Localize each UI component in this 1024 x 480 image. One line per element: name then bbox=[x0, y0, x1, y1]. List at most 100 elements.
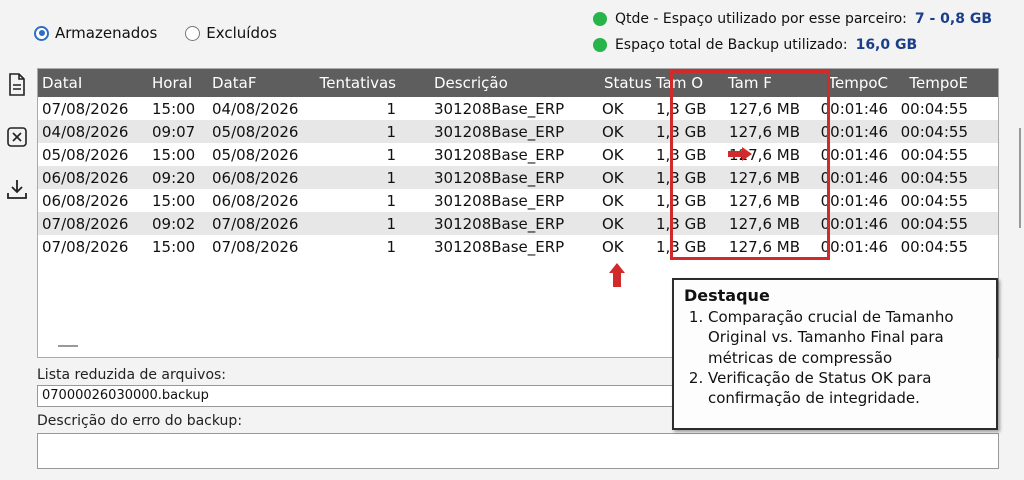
table-cell: 00:01:46 bbox=[820, 191, 888, 210]
table-row[interactable]: 04/08/2026 09:07 05/08/2026 1 301208Base_ERP… bbox=[38, 120, 998, 143]
table-row[interactable]: 07/08/2026 09:02 07/08/2026 1 301208Base_ERP… bbox=[38, 212, 998, 235]
table-cell: 1,3 GB bbox=[656, 99, 707, 118]
column-header[interactable]: DataF bbox=[208, 69, 312, 97]
table-cell: 1,3 GB bbox=[656, 145, 707, 164]
table-cell: 07/08/2026 bbox=[212, 214, 299, 233]
table-cell: 1 bbox=[386, 191, 396, 210]
document-icon[interactable] bbox=[4, 72, 30, 98]
stat-total-usage: Espaço total de Backup utilizado: 16,0 G… bbox=[592, 34, 992, 56]
table-cell: 07/08/2026 bbox=[42, 99, 129, 118]
table-cell: 07/08/2026 bbox=[42, 237, 129, 256]
table-row[interactable]: 06/08/2026 09:20 06/08/2026 1 301208Base_ERP… bbox=[38, 166, 998, 189]
table-cell: 06/08/2026 bbox=[212, 191, 299, 210]
column-header[interactable]: DataI bbox=[38, 69, 148, 97]
side-toolbar bbox=[4, 72, 30, 228]
download-icon[interactable] bbox=[4, 176, 30, 202]
column-header[interactable]: Status bbox=[574, 69, 652, 97]
table-cell: 127,6 MB bbox=[729, 122, 800, 141]
grid-body: 07/08/2026 15:00 04/08/2026 1 301208Base_ERP… bbox=[38, 97, 998, 258]
error-label: Descrição do erro do backup: bbox=[37, 413, 243, 429]
column-header[interactable]: Tam F bbox=[716, 69, 804, 97]
table-cell: 127,6 MB bbox=[729, 168, 800, 187]
table-cell: 09:07 bbox=[152, 122, 196, 141]
table-cell: 06/08/2026 bbox=[42, 168, 129, 187]
table-cell: 1 bbox=[386, 122, 396, 141]
table-cell: OK bbox=[602, 145, 624, 164]
callout-title: Destaque bbox=[684, 286, 770, 305]
table-cell: OK bbox=[602, 191, 624, 210]
table-cell: 00:01:46 bbox=[820, 214, 888, 233]
space-stats: Qtde - Espaço utilizado por esse parceir… bbox=[592, 8, 992, 60]
arrow-up-icon bbox=[609, 263, 625, 287]
table-cell: 00:04:55 bbox=[900, 168, 968, 187]
horizontal-scrollbar[interactable] bbox=[58, 345, 78, 347]
table-cell: 05/08/2026 bbox=[212, 145, 299, 164]
table-cell: 301208Base_ERP bbox=[434, 145, 565, 164]
table-row[interactable]: 05/08/2026 15:00 05/08/2026 1 301208Base_ERP… bbox=[38, 143, 998, 166]
table-cell: 15:00 bbox=[152, 99, 196, 118]
table-cell: 1 bbox=[386, 168, 396, 187]
stat-label: Espaço total de Backup utilizado: bbox=[614, 37, 848, 53]
table-cell: 1 bbox=[386, 214, 396, 233]
close-box-icon[interactable] bbox=[4, 124, 30, 150]
error-description-field[interactable] bbox=[37, 433, 999, 469]
table-cell: 00:01:46 bbox=[820, 122, 888, 141]
status-led-icon bbox=[592, 12, 607, 26]
table-cell: 09:20 bbox=[152, 168, 196, 187]
table-cell: 1,3 GB bbox=[656, 122, 707, 141]
files-field[interactable]: 07000026030000.backup bbox=[37, 385, 677, 407]
status-led-icon bbox=[592, 38, 607, 52]
table-cell: 04/08/2026 bbox=[42, 122, 129, 141]
radio-label: Excluídos bbox=[206, 24, 277, 42]
table-cell: 15:00 bbox=[152, 237, 196, 256]
table-cell: 1,3 GB bbox=[656, 191, 707, 210]
table-cell: OK bbox=[602, 237, 624, 256]
table-cell: OK bbox=[602, 122, 624, 141]
table-cell: 1,3 GB bbox=[656, 237, 707, 256]
table-cell: 127,6 MB bbox=[729, 99, 800, 118]
table-cell: 301208Base_ERP bbox=[434, 122, 565, 141]
highlight-callout: Destaque Comparação crucial de Tamanho O… bbox=[672, 278, 998, 430]
table-cell: 1 bbox=[386, 99, 396, 118]
table-cell: 09:02 bbox=[152, 214, 196, 233]
stat-value: 16,0 GB bbox=[855, 37, 918, 53]
table-cell: 1,3 GB bbox=[656, 214, 707, 233]
table-cell: 301208Base_ERP bbox=[434, 99, 565, 118]
radio-dot-selected bbox=[34, 25, 49, 41]
table-cell: 301208Base_ERP bbox=[434, 214, 565, 233]
table-cell: 127,6 MB bbox=[729, 214, 800, 233]
files-label: Lista reduzida de arquivos: bbox=[37, 367, 227, 383]
table-cell: 15:00 bbox=[152, 191, 196, 210]
callout-item: Verificação de Status OK para confirmaçã… bbox=[708, 368, 986, 409]
table-cell: 00:01:46 bbox=[820, 237, 888, 256]
table-cell: 00:04:55 bbox=[900, 122, 968, 141]
table-cell: 05/08/2026 bbox=[212, 122, 299, 141]
column-header[interactable]: Descrição bbox=[396, 69, 574, 97]
table-cell: 06/08/2026 bbox=[42, 191, 129, 210]
table-cell: 04/08/2026 bbox=[212, 99, 299, 118]
table-cell: 301208Base_ERP bbox=[434, 237, 565, 256]
table-cell: 1 bbox=[386, 237, 396, 256]
column-header[interactable]: TempoC bbox=[804, 69, 892, 97]
table-row[interactable]: 06/08/2026 15:00 06/08/2026 1 301208Base_ERP… bbox=[38, 189, 998, 212]
radio-dot bbox=[185, 25, 201, 41]
table-cell: 06/08/2026 bbox=[212, 168, 299, 187]
radio-armazenados[interactable]: Armazenados bbox=[34, 24, 157, 42]
radio-excluidos[interactable]: Excluídos bbox=[185, 24, 277, 42]
column-header[interactable]: HoraI bbox=[148, 69, 208, 97]
table-row[interactable]: 07/08/2026 15:00 07/08/2026 1 301208Base_ERP… bbox=[38, 235, 998, 258]
stat-partner-usage: Qtde - Espaço utilizado por esse parceir… bbox=[592, 8, 992, 30]
table-cell: 00:01:46 bbox=[820, 99, 888, 118]
column-header[interactable]: TempoE bbox=[892, 69, 972, 97]
column-header[interactable]: Tam O bbox=[646, 69, 716, 97]
table-cell: 00:04:55 bbox=[900, 99, 968, 118]
arrow-right-icon bbox=[728, 147, 752, 161]
table-row[interactable]: 07/08/2026 15:00 04/08/2026 1 301208Base_ERP… bbox=[38, 97, 998, 120]
stat-label: Qtde - Espaço utilizado por esse parceir… bbox=[614, 11, 907, 27]
table-cell: 05/08/2026 bbox=[42, 145, 129, 164]
table-cell: OK bbox=[602, 214, 624, 233]
table-cell: 00:01:46 bbox=[820, 168, 888, 187]
vertical-scrollbar[interactable] bbox=[1019, 128, 1021, 228]
table-cell: 00:04:55 bbox=[900, 214, 968, 233]
column-header[interactable]: Tentativas bbox=[312, 69, 396, 97]
